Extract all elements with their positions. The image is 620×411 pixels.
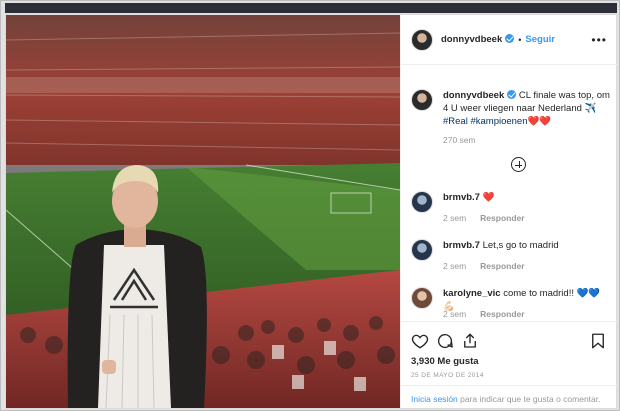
post-actions: 3,930 Me gusta 25 DE MAYO DE 2014 Inicia… [401,321,617,408]
reply-button[interactable]: Responder [480,213,524,223]
comment-body: brmvb.7 Let,s go to madrid [443,239,611,252]
follow-button[interactable]: Seguir [525,34,555,45]
comment-time[interactable]: 2 sem [443,261,466,271]
caption-emoji: ❤️❤️ [527,116,552,127]
post-date[interactable]: 25 DE MAYO DE 2014 [411,372,484,379]
load-more-comments-icon[interactable] [511,157,526,172]
caption-username[interactable]: donnyvdbeek [443,90,504,101]
caption-time[interactable]: 270 sem [443,135,476,145]
heart-icon[interactable] [411,332,429,350]
author-username[interactable]: donnyvdbeek [441,34,515,45]
comment-meta: 2 sem Responder [443,261,525,271]
comment-meta: 2 sem Responder [443,213,525,223]
comment-username[interactable]: karolyne_vic [443,288,501,299]
share-icon[interactable] [461,332,479,350]
caption-hashtags[interactable]: #Real #kampioenen [443,116,528,127]
reply-button[interactable]: Responder [480,309,524,319]
action-icons [411,332,607,350]
comment-username[interactable]: brmvb.7 [443,192,480,203]
comment-time[interactable]: 2 sem [443,213,466,223]
comment-text: Let,s go to madrid [479,240,559,251]
comment-avatar[interactable] [411,239,433,261]
post-photo[interactable] [6,15,400,408]
comment-time[interactable]: 2 sem [443,309,466,319]
caption-meta: 270 sem [443,135,476,145]
author-avatar[interactable] [411,28,433,51]
instagram-post: donnyvdbeek • Seguir ••• donnyvdbeek CL … [5,14,617,409]
browser-strip [5,3,617,13]
verified-badge-icon [507,90,517,99]
verified-badge-icon [505,34,515,43]
screenshot-frame: donnyvdbeek • Seguir ••• donnyvdbeek CL … [0,0,620,411]
comment-meta: 2 sem Responder [443,309,525,319]
stadium-photo-image [6,15,400,408]
post-header: donnyvdbeek • Seguir ••• [401,15,617,65]
caption-avatar[interactable] [411,89,433,111]
login-prompt-text: para indicar que te gusta o comentar. [457,394,601,404]
reply-button[interactable]: Responder [480,261,524,271]
comment-text: ❤️ [479,192,495,203]
comment-body: brmvb.7 ❤️ [443,191,611,204]
more-options-icon[interactable]: ••• [591,33,607,47]
login-prompt: Inicia sesión para indicar que te gusta … [401,385,617,405]
separator-dot: • [518,34,522,45]
comment-username[interactable]: brmvb.7 [443,240,480,251]
post-sidebar: donnyvdbeek • Seguir ••• donnyvdbeek CL … [400,15,617,408]
caption-body: donnyvdbeek CL finale was top, om 4 U we… [443,89,611,128]
bookmark-icon[interactable] [589,332,607,350]
comment-icon[interactable] [436,332,454,350]
likes-count[interactable]: 3,930 Me gusta [411,356,479,367]
comment-avatar[interactable] [411,287,433,309]
comment-avatar[interactable] [411,191,433,213]
login-link[interactable]: Inicia sesión [411,394,458,404]
